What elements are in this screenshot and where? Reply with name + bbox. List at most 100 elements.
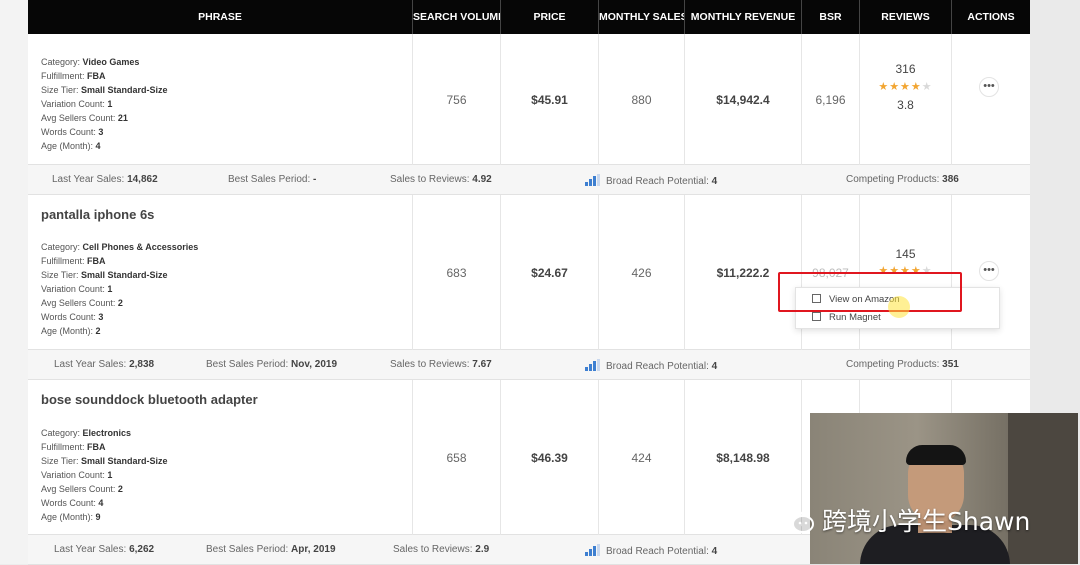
price-cell: $24.67 — [501, 195, 599, 350]
reviews-count: 145 — [895, 247, 916, 261]
monthly-revenue-value: $14,942.4 — [716, 92, 770, 107]
attr-label: Avg Sellers Count: — [41, 113, 116, 123]
product-attributes: Category: Electronics Fulfillment: FBA S… — [41, 426, 412, 524]
category-value: Cell Phones & Accessories — [82, 242, 199, 252]
star-empty-icon: ★ — [921, 81, 933, 93]
phrase-cell: bose sounddock bluetooth adapter Categor… — [28, 380, 413, 535]
column-header-search-volume[interactable]: SEARCH VOLUME — [413, 0, 501, 34]
sales-to-reviews: Sales to Reviews: 2.9 — [393, 544, 490, 555]
signal-bars-icon — [585, 544, 602, 556]
table-header: PHRASE SEARCH VOLUME PRICE MONTHLY SALES… — [28, 0, 1030, 34]
words-count-value: 4 — [98, 498, 104, 508]
last-year-sales: Last Year Sales: 14,862 — [52, 174, 158, 185]
attr-label: Words Count: — [41, 127, 96, 137]
attr-label: Category: — [41, 428, 81, 438]
attr-label: Variation Count: — [41, 284, 105, 294]
attr-label: Words Count: — [41, 498, 96, 508]
attr-label: Size Tier: — [41, 85, 79, 95]
star-icon: ★★★★ — [878, 81, 922, 93]
category-value: Electronics — [82, 428, 132, 438]
monthly-sales-value: 880 — [631, 92, 652, 107]
sales-to-reviews: Sales to Reviews: 4.92 — [390, 174, 492, 185]
avg-sellers-count-value: 2 — [117, 484, 123, 494]
row-summary: Last Year Sales: 14,862 Best Sales Perio… — [28, 165, 1030, 195]
age-month-value: 2 — [95, 326, 101, 336]
price-cell: $46.39 — [501, 380, 599, 535]
column-header-phrase[interactable]: PHRASE — [28, 0, 413, 34]
fulfillment-value: FBA — [87, 256, 106, 266]
more-actions-button[interactable]: ••• — [979, 77, 999, 97]
left-margin — [0, 0, 28, 564]
watermark: 跨境小学生Shawn — [778, 502, 1030, 536]
actions-cell: ••• — [952, 34, 1030, 165]
competing-products: Competing Products: 386 — [846, 174, 959, 185]
column-header-monthly-revenue[interactable]: MONTHLY REVENUE — [685, 0, 802, 34]
fulfillment-value: FBA — [87, 442, 106, 452]
attr-label: Avg Sellers Count: — [41, 298, 116, 308]
column-header-price[interactable]: PRICE — [501, 0, 599, 34]
webcam-shelf — [1008, 413, 1078, 564]
watermark-text: 跨境小学生Shawn — [822, 507, 1031, 536]
attr-label: Fulfillment: — [41, 442, 85, 452]
rating-stars: ★★★★★ — [860, 80, 951, 93]
attr-label: Age (Month): — [41, 512, 94, 522]
menu-item-run-magnet[interactable]: Run Magnet — [812, 311, 881, 325]
attr-label: Words Count: — [41, 312, 96, 322]
signal-bars-icon — [585, 174, 602, 186]
best-sales-period: Best Sales Period: - — [228, 174, 317, 185]
size-tier-value: Small Standard-Size — [81, 270, 168, 280]
words-count-value: 3 — [98, 127, 104, 137]
attr-label: Variation Count: — [41, 470, 105, 480]
cursor-highlight — [888, 296, 910, 318]
monthly-revenue-cell: $14,942.4 — [685, 34, 802, 165]
search-volume-value: 683 — [446, 265, 467, 280]
product-attributes: Category: Cell Phones & Accessories Fulf… — [41, 240, 412, 338]
column-header-bsr[interactable]: BSR — [802, 0, 860, 34]
category-value: Video Games — [82, 57, 140, 67]
variation-count-value: 1 — [107, 99, 113, 109]
search-volume-cell: 683 — [413, 195, 501, 350]
last-year-sales: Last Year Sales: 2,838 — [54, 359, 155, 370]
column-header-reviews[interactable]: REVIEWS — [860, 0, 952, 34]
monthly-sales-value: 424 — [631, 450, 652, 465]
broad-reach-potential: Broad Reach Potential: 4 — [585, 359, 717, 372]
variation-count-value: 1 — [107, 470, 113, 480]
last-year-sales: Last Year Sales: 6,262 — [54, 544, 155, 555]
phrase-title[interactable]: pantalla iphone 6s — [41, 207, 412, 223]
bsr-value: 6,196 — [815, 92, 846, 107]
attr-label: Age (Month): — [41, 326, 94, 336]
table-row[interactable]: Category: Video Games Fulfillment: FBA S… — [28, 34, 1030, 165]
avg-sellers-count-value: 2 — [117, 298, 123, 308]
phrase-cell: pantalla iphone 6s Category: Cell Phones… — [28, 195, 413, 350]
sales-to-reviews: Sales to Reviews: 7.67 — [390, 359, 492, 370]
wechat-icon — [779, 508, 814, 533]
size-tier-value: Small Standard-Size — [81, 85, 168, 95]
attr-label: Size Tier: — [41, 270, 79, 280]
broad-reach-potential: Broad Reach Potential: 4 — [585, 544, 717, 557]
price-value: $24.67 — [531, 265, 568, 280]
presenter-hair — [906, 445, 966, 465]
webcam-overlay — [810, 413, 1078, 564]
age-month-value: 4 — [95, 141, 101, 151]
reviews-cell: 316 ★★★★★ 3.8 — [860, 34, 952, 165]
column-header-monthly-sales[interactable]: MONTHLY SALES — [599, 0, 685, 34]
monthly-sales-cell: 424 — [599, 380, 685, 535]
product-attributes: Category: Video Games Fulfillment: FBA S… — [41, 55, 412, 153]
more-actions-button[interactable]: ••• — [979, 261, 999, 281]
competing-products: Competing Products: 351 — [846, 359, 959, 370]
row-summary: Last Year Sales: 2,838 Best Sales Period… — [28, 350, 1030, 380]
bsr-cell: 6,196 — [802, 34, 860, 165]
best-sales-period: Best Sales Period: Nov, 2019 — [206, 359, 337, 370]
phrase-title[interactable]: bose sounddock bluetooth adapter — [41, 392, 412, 408]
search-volume-value: 756 — [446, 92, 467, 107]
attr-label: Age (Month): — [41, 141, 94, 151]
attr-label: Category: — [41, 242, 81, 252]
price-value: $45.91 — [531, 92, 568, 107]
best-sales-period: Best Sales Period: Apr, 2019 — [206, 544, 336, 555]
search-volume-cell: 658 — [413, 380, 501, 535]
attr-label: Variation Count: — [41, 99, 105, 109]
external-link-icon — [812, 312, 821, 321]
avg-sellers-count-value: 21 — [117, 113, 128, 123]
monthly-sales-cell: 426 — [599, 195, 685, 350]
rating-value: 3.8 — [897, 98, 914, 112]
